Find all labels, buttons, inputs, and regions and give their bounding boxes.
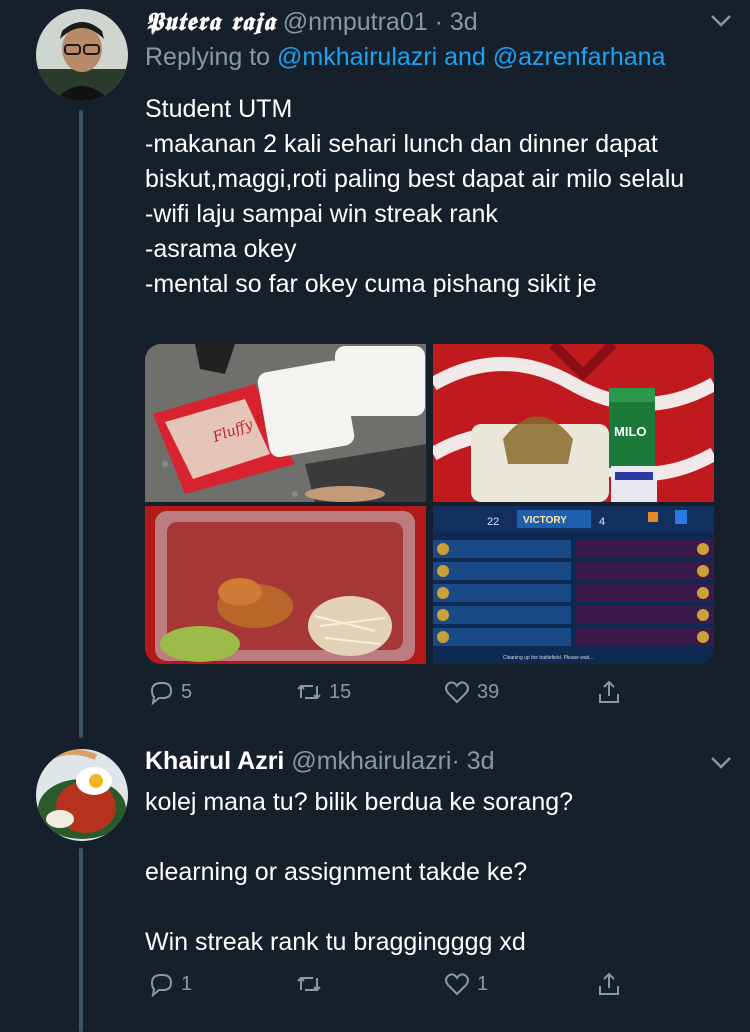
like-icon xyxy=(445,681,469,704)
retweet-count: 15 xyxy=(329,680,352,703)
thread-line-continuation xyxy=(79,848,83,1032)
share-button[interactable] xyxy=(595,970,623,998)
display-name[interactable]: 𝕻𝖚𝖙𝖊𝖗𝖆 𝖗𝖆𝖏𝖆 xyxy=(145,7,276,36)
replying-to-prefix: Replying to xyxy=(145,43,271,71)
user-handle[interactable]: @nmputra01 xyxy=(283,8,428,36)
thread-line xyxy=(79,110,83,738)
share-icon xyxy=(599,680,619,703)
game-footer-text: Cleaning up the battlefield. Please wait… xyxy=(503,655,593,661)
photo-milo[interactable]: MILO xyxy=(433,344,714,502)
like-count: 39 xyxy=(477,680,500,703)
retweet-button[interactable] xyxy=(295,970,329,998)
reply-icon xyxy=(150,974,173,998)
reply-count: 1 xyxy=(181,972,193,995)
share-icon xyxy=(599,972,619,995)
tweet-1[interactable]: 𝕻𝖚𝖙𝖊𝖗𝖆 𝖗𝖆𝖏𝖆 @nmputra01 · 3d Replying to … xyxy=(145,6,730,302)
retweet-icon xyxy=(297,684,321,700)
share-button[interactable] xyxy=(595,678,623,706)
replying-to: Replying to @mkhairulazri and @azrenfarh… xyxy=(145,40,730,74)
display-name[interactable]: Khairul Azri xyxy=(145,747,284,775)
photo-lunch[interactable] xyxy=(145,506,426,664)
replying-to-users[interactable]: @mkhairulazri and @azrenfarhana xyxy=(277,43,665,71)
tweet-1-media-grid[interactable]: Fluffy Bun MILO 22 VICTORY 4 Cleaning up… xyxy=(145,344,714,664)
like-count: 1 xyxy=(477,972,489,995)
photo-game-victory[interactable]: 22 VICTORY 4 Cleaning up the battlefield… xyxy=(433,506,714,664)
tweet-text: kolej mana tu? bilik berdua ke sorang? e… xyxy=(145,788,574,956)
avatar-khairul-azri[interactable] xyxy=(36,749,128,841)
chevron-down-icon[interactable] xyxy=(710,756,732,770)
game-result: VICTORY xyxy=(523,515,567,526)
tweet-1-actions: 5 15 39 xyxy=(145,678,625,710)
game-score-right: 4 xyxy=(599,516,605,528)
tweet-2-actions: 1 1 xyxy=(145,970,625,1002)
tweet-1-header: 𝕻𝖚𝖙𝖊𝖗𝖆 𝖗𝖆𝖏𝖆 @nmputra01 · 3d xyxy=(145,6,730,38)
reply-button[interactable]: 5 xyxy=(147,678,192,706)
like-button[interactable]: 39 xyxy=(443,678,499,706)
retweet-icon xyxy=(297,976,321,992)
like-button[interactable]: 1 xyxy=(443,970,488,998)
reply-icon xyxy=(150,682,173,706)
reply-count: 5 xyxy=(181,680,193,703)
timestamp[interactable]: 3d xyxy=(450,8,478,36)
separator-dot: · xyxy=(451,747,460,775)
tweet-2-header: Khairul Azri @mkhairulazri· 3d xyxy=(145,745,730,777)
separator-dot: · xyxy=(434,8,443,36)
tweet-text: Student UTM -makanan 2 kali sehari lunch… xyxy=(145,95,685,298)
user-handle[interactable]: @mkhairulazri xyxy=(291,747,451,775)
photo-snacks[interactable]: Fluffy Bun xyxy=(145,344,426,502)
game-score-left: 22 xyxy=(487,516,499,528)
avatar-putera-raja[interactable] xyxy=(36,9,128,101)
drink-brand-label: MILO xyxy=(614,424,647,439)
timestamp[interactable]: 3d xyxy=(467,747,495,775)
like-icon xyxy=(445,973,469,996)
chevron-down-icon[interactable] xyxy=(710,14,732,28)
tweet-2[interactable]: Khairul Azri @mkhairulazri· 3d kolej man… xyxy=(145,745,730,960)
retweet-button[interactable]: 15 xyxy=(295,678,351,706)
reply-button[interactable]: 1 xyxy=(147,970,192,998)
